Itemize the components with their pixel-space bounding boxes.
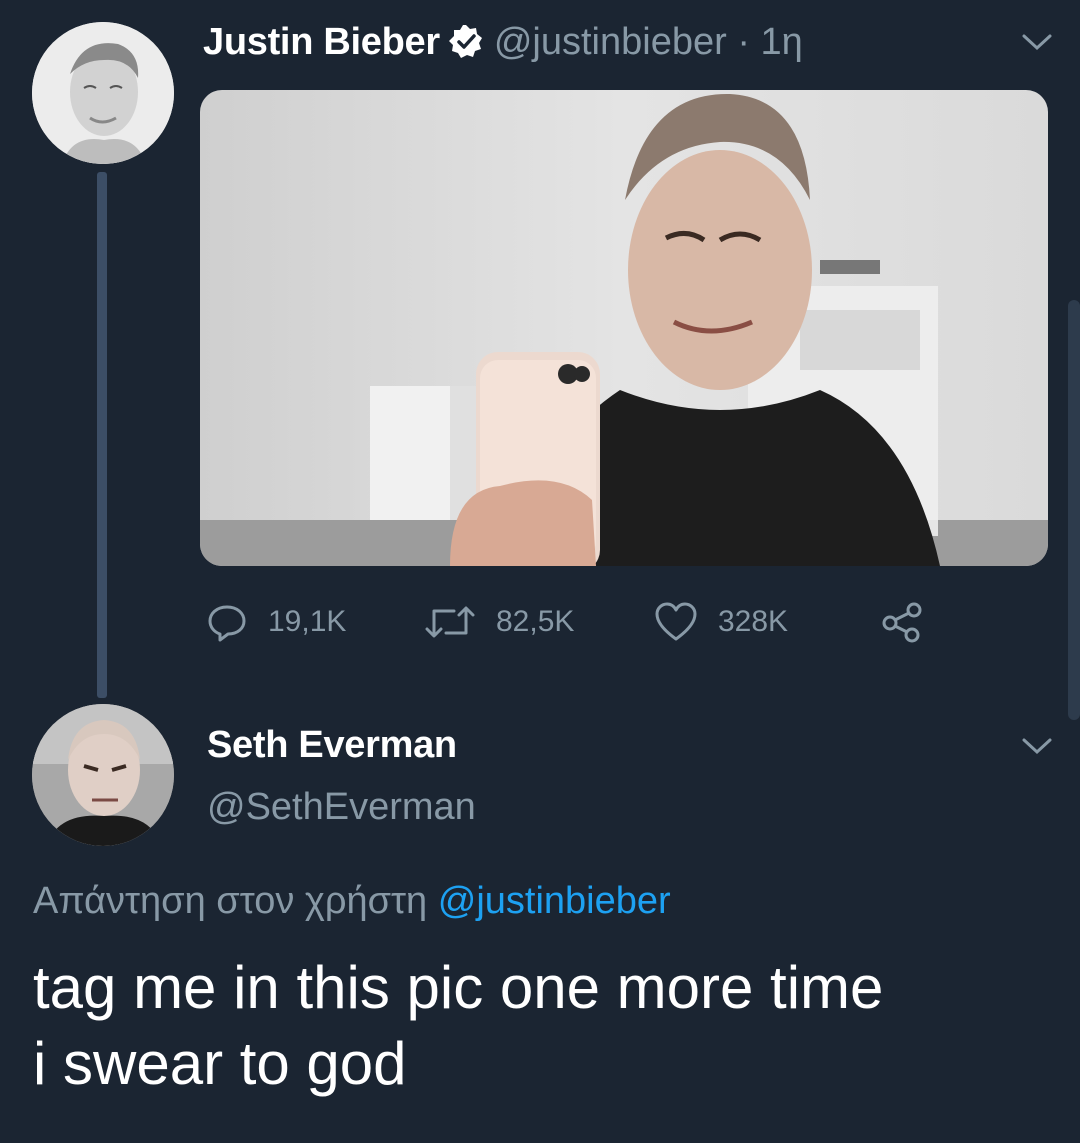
chevron-down-icon[interactable] (1020, 32, 1054, 52)
reply-icon (208, 605, 246, 642)
author-name[interactable]: Seth Everman (207, 724, 457, 767)
reply-prefix: Απάντηση στον χρήστη (33, 880, 428, 922)
share-icon (882, 602, 922, 643)
photo-image (200, 90, 1048, 566)
tweet-text: tag me in this pic one more time i swear… (33, 950, 1033, 1102)
avatar-image (32, 704, 174, 846)
tweet-time[interactable]: 1η (761, 21, 803, 64)
reply-mention-link[interactable]: @justinbieber (438, 880, 671, 922)
time-separator: · (726, 20, 761, 63)
like-button[interactable]: 328K (654, 596, 788, 648)
reply-context: Απάντηση στον χρήστη @justinbieber (33, 880, 671, 923)
tweet-actions: 19,1K 82,5K 328K (206, 596, 966, 648)
retweet-button[interactable]: 82,5K (424, 596, 574, 648)
reply-button[interactable]: 19,1K (206, 596, 346, 648)
retweet-count: 82,5K (496, 605, 575, 638)
verified-badge-icon (448, 24, 484, 60)
author-handle[interactable]: @justinbieber (494, 21, 727, 64)
share-button[interactable] (880, 596, 944, 648)
like-count: 328K (718, 605, 789, 638)
like-icon (655, 602, 697, 641)
reply-count: 19,1K (268, 605, 347, 638)
tweet-photo[interactable] (200, 90, 1048, 566)
avatar[interactable] (32, 704, 174, 846)
chevron-down-icon[interactable] (1020, 736, 1054, 756)
avatar[interactable] (32, 22, 174, 164)
avatar-image (32, 22, 174, 164)
retweet-icon (425, 606, 475, 638)
author-name[interactable]: Justin Bieber (203, 21, 440, 64)
scrollbar[interactable] (1068, 300, 1080, 720)
tweet-header: Justin Bieber @justinbieber · 1η (203, 16, 803, 68)
tweet-text-line: i swear to god (33, 1030, 407, 1097)
tweet-text-line: tag me in this pic one more time (33, 954, 884, 1021)
author-handle[interactable]: @SethEverman (207, 786, 476, 829)
thread-line (97, 172, 107, 698)
